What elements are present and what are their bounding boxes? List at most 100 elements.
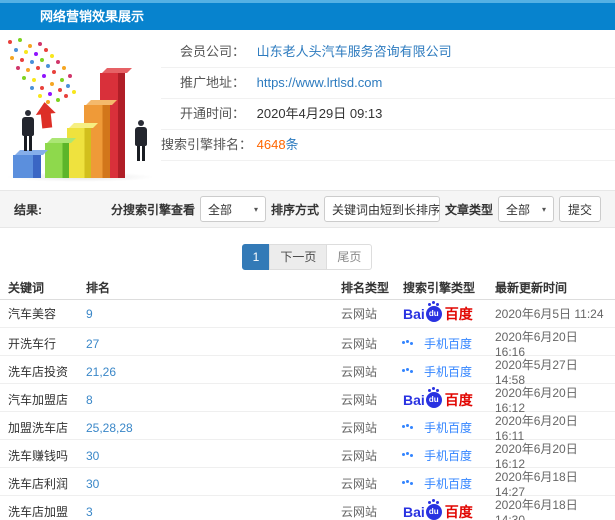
table-row: 洗车店加盟 3 云网站 Bai du 百度 2020年6月18日 14:30 (0, 496, 615, 520)
updated-cell: 2020年6月18日 14:27 (495, 470, 578, 499)
engine-cell: 手机百度 (403, 335, 495, 352)
promotion-url-link[interactable]: https://www.lrtlsd.com (257, 75, 383, 90)
keyword-cell: 汽车美容 (8, 307, 57, 321)
table-row: 洗车店投资 21,26 云网站 手机百度 2020年5月27日 14:58 (0, 356, 615, 387)
sort-select[interactable]: 关键词由短到长排序 ▾ (323, 196, 451, 222)
baidu-bai-text: Bai (403, 305, 425, 322)
baidu-logo: Bai du 百度 (403, 302, 473, 322)
rank-link[interactable]: 30 (86, 477, 341, 491)
rank-type-cell: 云网站 (341, 421, 378, 435)
updated-cell: 2020年6月5日 11:24 (495, 307, 604, 321)
article-type-select[interactable]: 全部 ▾ (497, 196, 554, 222)
member-company-link[interactable]: 山东老人头汽车服务咨询有限公司 (257, 44, 452, 59)
pagination: 1 下一页 尾页 (0, 244, 615, 270)
page-title: 网络营销效果展示 (40, 9, 145, 24)
keyword-cell: 洗车店投资 (8, 365, 69, 379)
table-row: 洗车店利润 30 云网站 手机百度 2020年6月18日 14:27 (0, 468, 615, 499)
keyword-cell: 洗车店利润 (8, 477, 69, 491)
mobile-baidu-logo: 手机百度 (403, 475, 472, 492)
businessman-figure-left (20, 110, 36, 151)
table-row: 汽车美容 9 云网站 Bai du 百度 2020年6月5日 11:24 (0, 300, 615, 328)
sort-value: 关键词由短到长排序 (331, 202, 440, 217)
baidu-logo: Bai du 百度 (403, 388, 473, 408)
mobile-baidu-logo: 手机百度 (403, 363, 472, 380)
keyword-cell: 汽车加盟店 (8, 393, 69, 407)
promotion-url-row: 推广地址： https://www.lrtlsd.com (161, 68, 615, 99)
result-label: 结果: (14, 202, 42, 217)
rank-link[interactable]: 30 (86, 449, 341, 463)
rank-link[interactable]: 27 (86, 337, 341, 351)
ranking-count-suffix: 条 (285, 137, 299, 152)
baidu-paw-icon: du (425, 302, 442, 322)
mobile-baidu-logo: 手机百度 (403, 335, 472, 352)
rank-type-cell: 云网站 (341, 449, 378, 463)
confetti-dots-decoration (8, 40, 12, 44)
rank-type-cell: 云网站 (341, 477, 378, 491)
next-page-button[interactable]: 下一页 (269, 244, 328, 270)
engine-cell: 手机百度 (403, 419, 495, 436)
rank-type-cell: 云网站 (341, 337, 378, 351)
baidu-cn-text: 百度 (444, 503, 473, 520)
page-1-button[interactable]: 1 (241, 244, 271, 270)
rank-type-cell: 云网站 (341, 307, 378, 321)
rank-link[interactable]: 25,28,28 (86, 421, 341, 435)
opening-time-value: 2020年4月29日 09:13 (256, 106, 383, 121)
col-rank: 排名 (86, 281, 111, 295)
filter-bar: 结果: 分搜索引擎查看 全部 ▾ 排序方式 关键词由短到长排序 ▾ 文章类型 全… (0, 190, 615, 228)
rank-link[interactable]: 8 (86, 393, 341, 407)
rank-link[interactable]: 9 (86, 307, 341, 321)
engine-cell: Bai du 百度 (403, 388, 495, 408)
baidu-cn-text: 百度 (444, 391, 473, 408)
keyword-cell: 洗车赚钱吗 (8, 449, 69, 463)
rank-link[interactable]: 3 (86, 505, 341, 519)
updated-cell: 2020年6月18日 14:30 (495, 498, 578, 520)
baidu-paw-icon: du (425, 388, 442, 408)
engine-cell: 手机百度 (403, 363, 495, 380)
keyword-cell: 洗车店加盟 (8, 505, 69, 519)
chevron-down-icon: ▾ (253, 204, 258, 214)
updated-cell: 2020年6月20日 16:11 (495, 414, 578, 443)
last-page-button[interactable]: 尾页 (326, 244, 373, 270)
col-rank-type: 排名类型 (341, 281, 390, 295)
table-header-row: 关键词 排名 排名类型 搜索引擎类型 最新更新时间 (0, 276, 615, 300)
table-row: 洗车赚钱吗 30 云网站 手机百度 2020年6月20日 16:12 (0, 440, 615, 471)
updated-cell: 2020年5月27日 14:58 (495, 358, 578, 387)
article-type-value: 全部 (505, 202, 530, 217)
submit-button[interactable]: 提交 (558, 196, 601, 222)
engine-ranking-row: 搜索引擎排名： 4648条 (161, 130, 615, 161)
rank-type-cell: 云网站 (341, 393, 378, 407)
baidu-bai-text: Bai (403, 391, 425, 408)
updated-cell: 2020年6月20日 16:12 (495, 442, 578, 471)
table-row: 汽车加盟店 8 云网站 Bai du 百度 2020年6月20日 16:12 (0, 384, 615, 415)
bar-green (45, 143, 69, 178)
engine-filter-label: 分搜索引擎查看 (110, 202, 195, 217)
engine-filter-select[interactable]: 全部 ▾ (199, 196, 266, 222)
updated-cell: 2020年6月20日 16:12 (495, 386, 578, 415)
rank-type-cell: 云网站 (341, 505, 378, 519)
engine-cell: Bai du 百度 (403, 500, 495, 520)
ranking-count-value: 4648 (256, 137, 286, 152)
mobile-baidu-text: 手机百度 (424, 365, 473, 379)
account-info-list: 会员公司： 山东老人头汽车服务咨询有限公司 推广地址： https://www.… (161, 30, 615, 161)
mobile-baidu-text: 手机百度 (424, 337, 473, 351)
mobile-baidu-text: 手机百度 (424, 449, 473, 463)
col-engine-type: 搜索引擎类型 (403, 281, 476, 295)
member-company-row: 会员公司： 山东老人头汽车服务咨询有限公司 (161, 37, 615, 68)
table-row: 加盟洗车店 25,28,28 云网站 手机百度 2020年6月20日 16:11 (0, 412, 615, 443)
keyword-cell: 加盟洗车店 (8, 421, 69, 435)
rank-link[interactable]: 21,26 (86, 365, 341, 379)
account-info-section: 会员公司： 山东老人头汽车服务咨询有限公司 推广地址： https://www.… (0, 30, 615, 190)
mobile-baidu-logo: 手机百度 (403, 419, 472, 436)
keyword-cell: 开洗车行 (8, 337, 57, 351)
rank-type-cell: 云网站 (341, 365, 378, 379)
baidu-bai-text: Bai (403, 503, 425, 520)
engine-filter-value: 全部 (207, 202, 232, 217)
col-updated: 最新更新时间 (495, 281, 568, 295)
mobile-baidu-text: 手机百度 (424, 421, 473, 435)
col-keyword: 关键词 (8, 281, 45, 295)
engine-cell: 手机百度 (403, 475, 495, 492)
baidu-paw-icon: du (425, 500, 442, 520)
updated-cell: 2020年6月20日 16:16 (495, 330, 578, 359)
chevron-down-icon: ▾ (541, 204, 546, 214)
bar-yellow (67, 128, 91, 178)
